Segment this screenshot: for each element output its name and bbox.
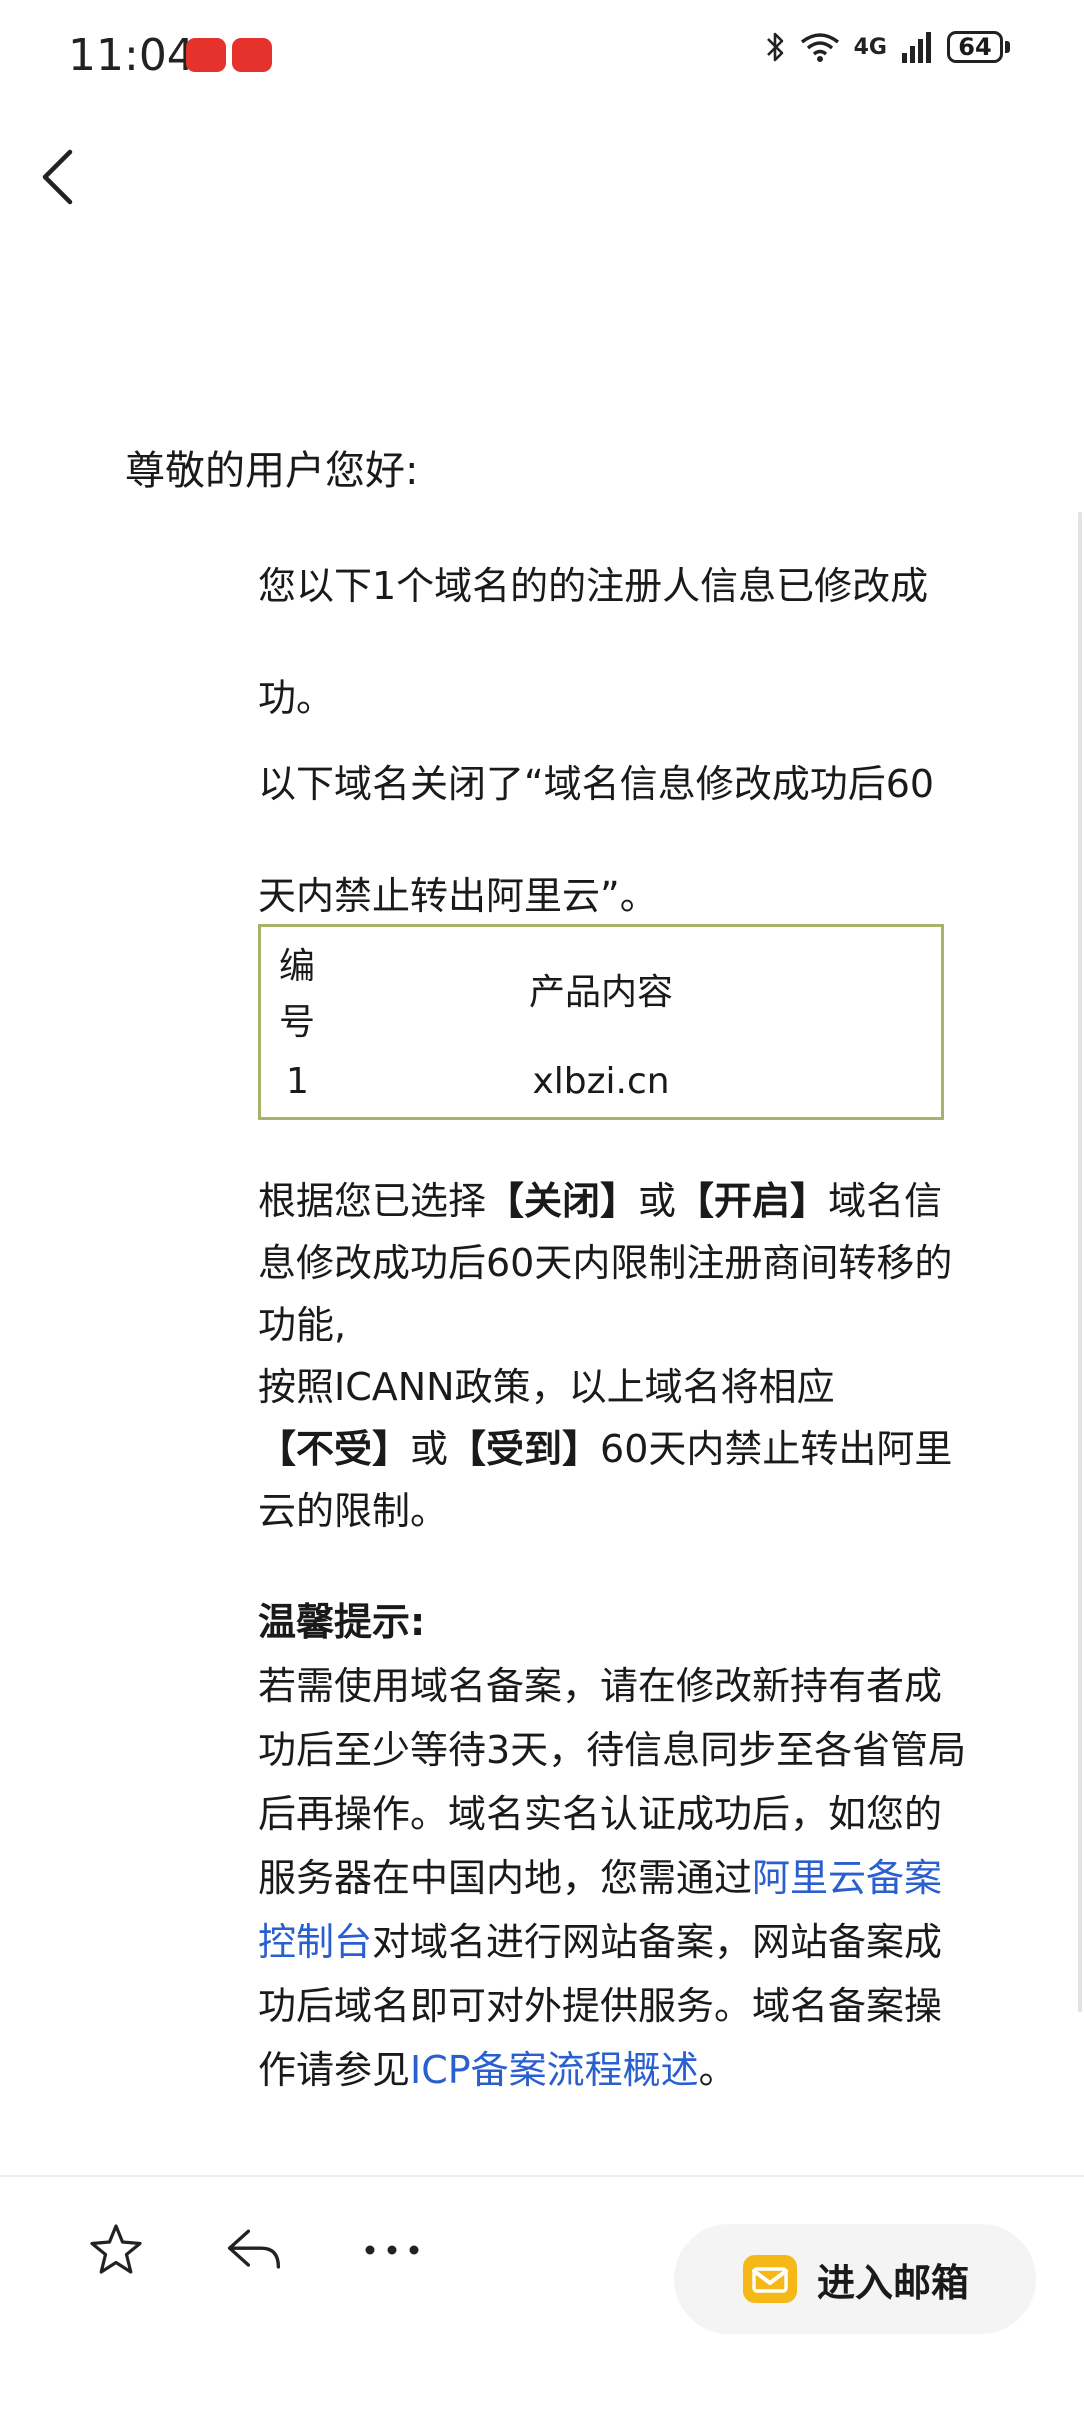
mailbox-icon: [742, 2255, 797, 2303]
bluetooth-icon: [766, 32, 783, 62]
back-button[interactable]: [34, 142, 80, 212]
reply-icon: [227, 2229, 281, 2269]
status-icons: 4G 64: [766, 30, 1010, 64]
wifi-icon: [800, 33, 839, 62]
table-header-content: 产品内容: [528, 972, 673, 1013]
status-bar: 11:04 4G 64: [0, 0, 1084, 110]
more-button[interactable]: [362, 2220, 422, 2280]
tip-title: 温馨提示:: [258, 1600, 426, 1644]
email-intro: 您以下1个域名的的注册人信息已修改成功。: [258, 564, 929, 720]
app-notification-icon: [186, 38, 226, 72]
app-notification-icon: [232, 38, 272, 72]
email-notice: 以下域名关闭了“域名信息修改成功后60天内禁止转出阿里云”。: [258, 762, 935, 918]
open-mailbox-button[interactable]: 进入邮箱: [674, 2224, 1036, 2334]
battery-icon: 64: [947, 31, 1010, 63]
icp-process-link[interactable]: ICP备案流程概述: [410, 2048, 699, 2092]
more-icon: [365, 2245, 419, 2255]
signal-icon: [902, 32, 931, 63]
domain-table: 编号 产品内容 1 xlbzi.cn: [258, 924, 944, 1120]
policy-paragraph: 根据您已选择【关闭】或【开启】域名信息修改成功后60天内限制注册商间转移的功能,…: [258, 1179, 953, 1533]
status-time: 11:04: [68, 30, 195, 81]
star-icon: [90, 2224, 142, 2274]
scrollbar[interactable]: [1078, 512, 1082, 2012]
email-greeting: 尊敬的用户您好:: [125, 448, 419, 494]
star-button[interactable]: [86, 2220, 146, 2280]
reply-button[interactable]: [224, 2220, 284, 2280]
network-type: 4G: [853, 34, 887, 60]
tip-paragraph: 温馨提示: 若需使用域名备案，请在修改新持有者成功后至少等待3天，待信息同步至各省…: [258, 1590, 970, 2102]
back-arrow-icon: [42, 149, 73, 205]
table-cell-domain: xlbzi.cn: [532, 1061, 670, 1102]
open-mailbox-label: 进入邮箱: [816, 2260, 969, 2305]
battery-level: 64: [947, 31, 1003, 63]
